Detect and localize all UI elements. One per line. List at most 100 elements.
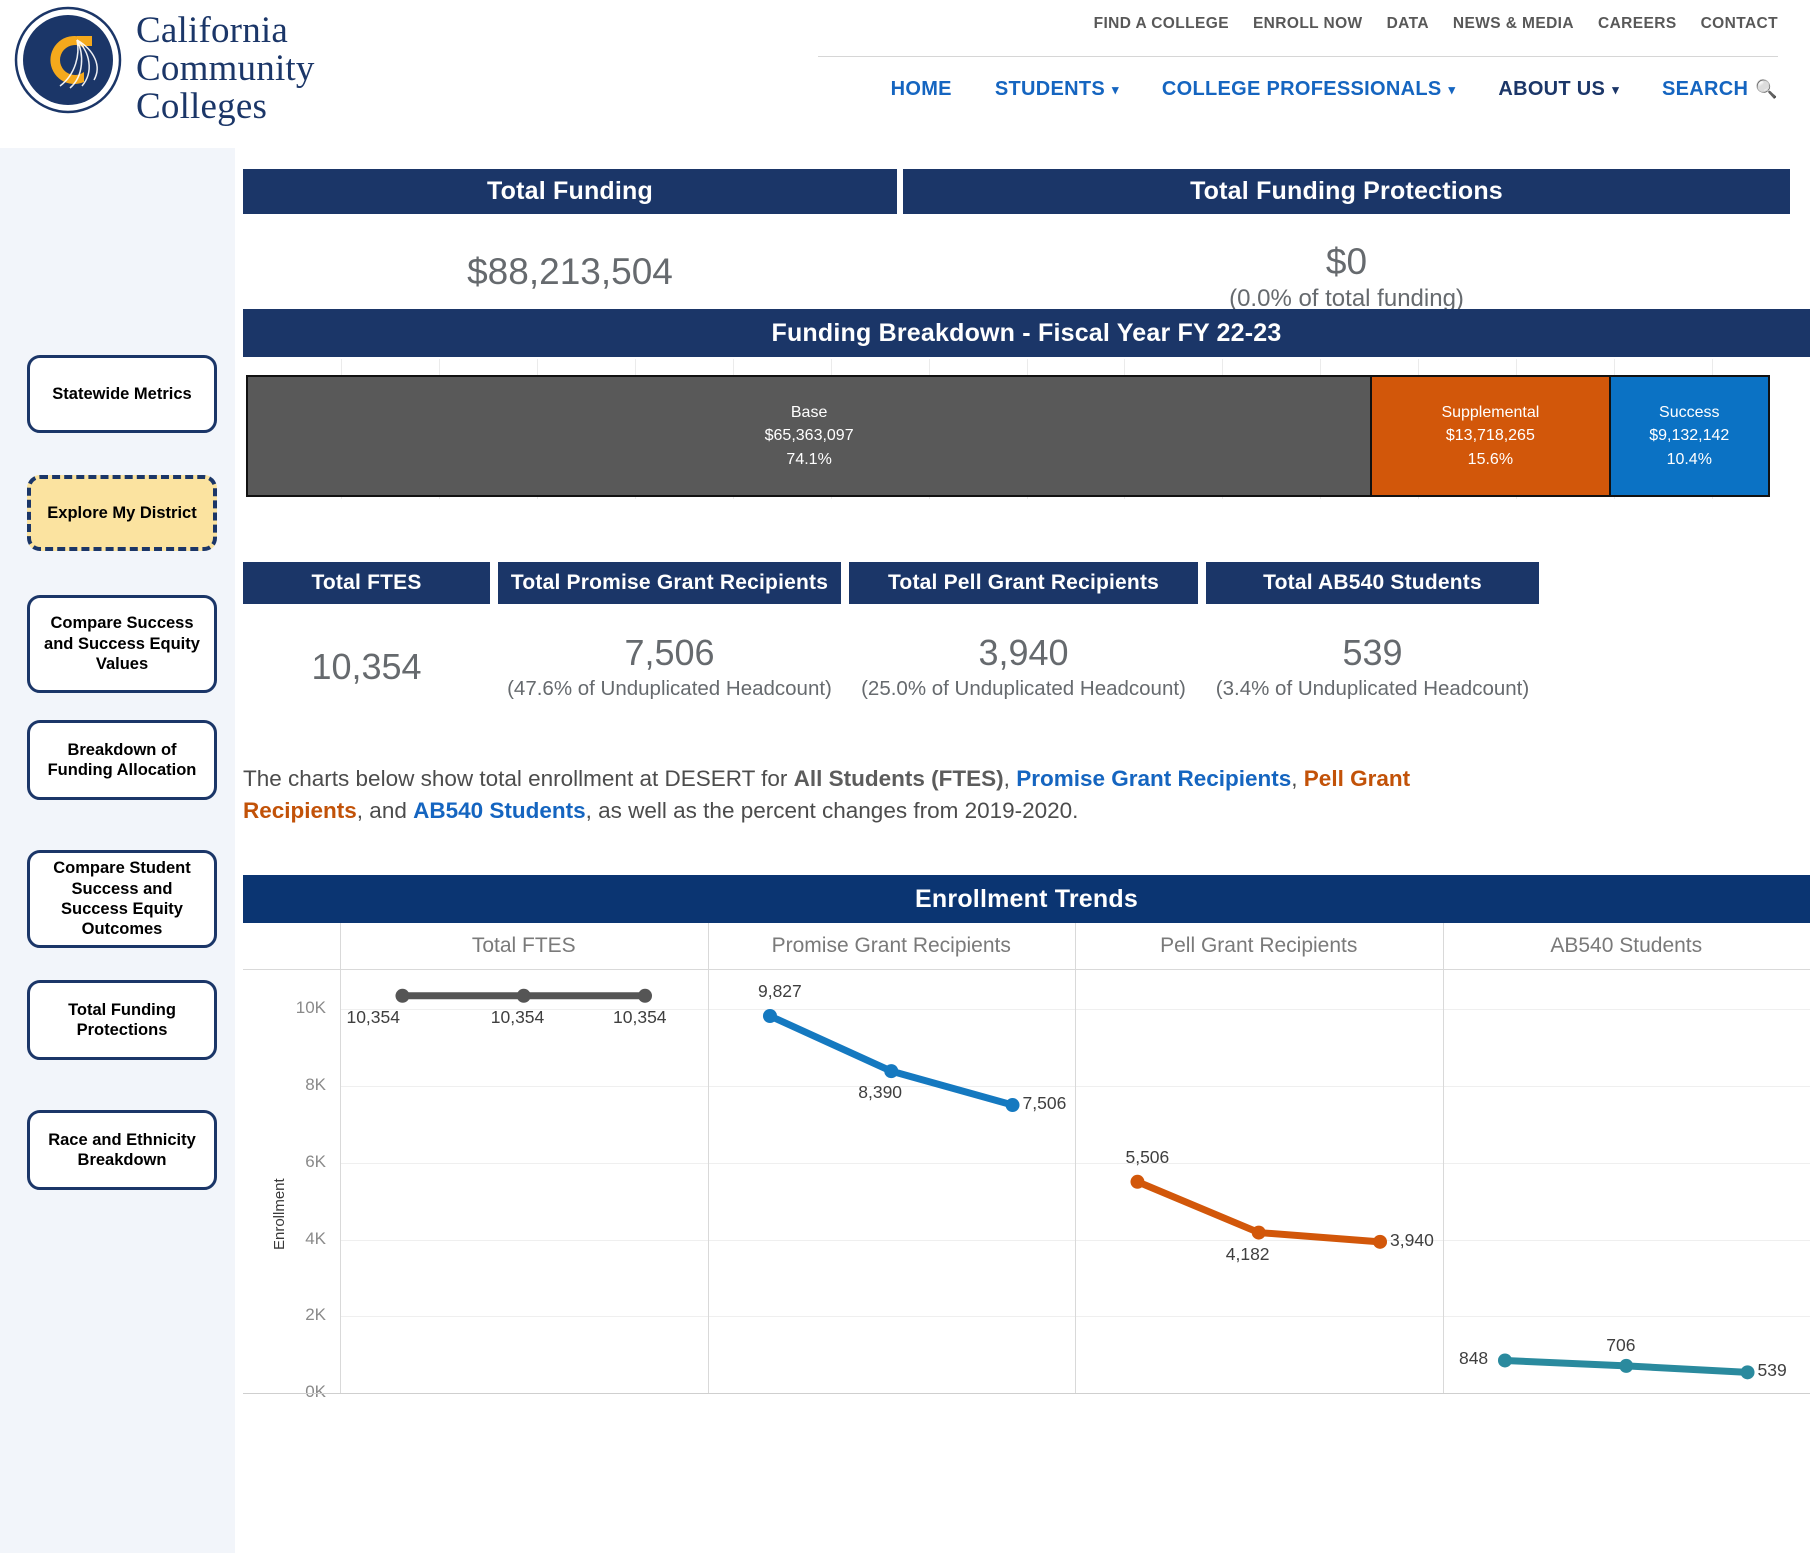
funding-breakdown-title: Funding Breakdown - Fiscal Year FY 22-23 [243,309,1810,357]
main-nav-item-home[interactable]: HOME [891,78,952,101]
main-nav-label: SEARCH [1662,78,1749,100]
chevron-down-icon: ▾ [1612,82,1620,97]
kpi-title: Total FTES [243,562,490,604]
sidebar-item-label: Race and Ethnicity Breakdown [48,1130,196,1169]
site-logo[interactable]: California Community Colleges [14,6,315,126]
page-root: California Community Colleges FIND A COL… [0,0,1810,1553]
main-nav-item-about-us[interactable]: ABOUT US ▾ [1498,78,1619,101]
metric-kpi-row: Total FTES 10,354 Total Promise Grant Reci… [243,562,1810,712]
funding-segment-amount: $65,363,097 [764,427,854,445]
kpi-total-funding-title: Total Funding [243,169,897,214]
sidebar-item-label: Compare Success and Success Equity Value… [44,614,200,674]
kpi-value: 3,940 [978,632,1069,673]
data-label: 10,354 [490,1006,545,1027]
panel-header-ab540-students: AB540 Students [1550,934,1703,957]
panel-header-promise-grant-recipients: Promise Grant Recipients [771,934,1011,957]
utility-nav-item-0[interactable]: FIND A COLLEGE [1094,15,1229,33]
sidebar-item-explore-my-district[interactable]: Explore My District [27,475,217,551]
kpi-total-ab540-students: Total AB540 Students 539 (3.4% of Unduplic… [1206,562,1539,701]
funding-breakdown-panel: Funding Breakdown - Fiscal Year FY 22-23… [243,309,1810,499]
sidebar-item-total-funding-protections[interactable]: Total Funding Protections [27,980,217,1060]
kpi-value: 539 [1342,632,1403,673]
funding-segment-percent: 10.4% [1666,450,1712,468]
chevron-down-icon: ▾ [1112,82,1119,97]
utility-nav-item-4[interactable]: CAREERS [1598,15,1677,33]
sidebar-item-label: Total Funding Protections [68,1000,176,1039]
data-label: 706 [1606,1334,1636,1355]
sidebar-item-label: Statewide Metrics [52,384,192,403]
funding-segment-percent: 15.6% [1467,450,1514,468]
site-header: California Community Colleges FIND A COL… [0,0,1810,148]
desc-part-4: , and [356,797,414,823]
sidebar: Statewide Metrics Explore My District Comp… [0,148,235,1553]
kpi-total-promise-grant-recipients: Total Promise Grant Recipients 7,506 (47.6… [498,562,841,701]
search-icon[interactable]: 🔍 [1755,79,1778,100]
kpi-value: 7,506 [624,632,715,673]
chevron-down-icon: ▾ [1448,82,1456,97]
series-pell-grant-recipients [1130,1174,1388,1249]
logo-line-2: Community [136,48,315,90]
funding-segment-name: Success [1659,403,1720,421]
y-axis-tick-label: 10K [295,998,326,1018]
utility-nav-item-5[interactable]: CONTACT [1701,15,1778,33]
x-axis-line [243,1393,1810,1394]
funding-segment-name: Supplemental [1441,403,1540,421]
data-label: 5,506 [1125,1146,1170,1167]
utility-nav-item-3[interactable]: NEWS & MEDIA [1453,15,1574,33]
utility-nav: FIND A COLLEGE ENROLL NOW DATA NEWS & MEDIA… [1094,15,1778,33]
main-nav-item-search[interactable]: SEARCH 🔍 [1662,78,1778,101]
funding-segment-amount: $13,718,265 [1445,427,1535,445]
funding-segment-base[interactable]: Base $65,363,097 74.1% [248,377,1371,495]
content-area: Statewide Metrics Explore My District Comp… [0,148,1810,1553]
panel-divider [340,923,341,1393]
main-nav-label: STUDENTS [994,78,1106,100]
kpi-subtext: (3.4% of Unduplicated Headcount) [1215,677,1530,700]
sidebar-item-compare-success-and-success-equity-values[interactable]: Compare Success and Success Equity Value… [27,595,217,693]
desc-part-1: The charts below show total enrollment a… [243,766,794,791]
sidebar-item-statewide-metrics[interactable]: Statewide Metrics [27,355,217,433]
sidebar-item-label: Compare Student Success and Success Equi… [53,859,191,939]
panel-divider [1075,923,1076,1393]
data-label: 848 [1458,1348,1489,1369]
y-axis-tick-label: 0K [305,1382,326,1401]
kpi-title: Total Pell Grant Recipients [849,562,1198,604]
main-nav-item-college-professionals[interactable]: COLLEGE PROFESSIONALS ▾ [1162,78,1456,101]
kpi-total-funding-value: $88,213,504 [467,251,673,292]
ccc-seal-icon [14,6,122,114]
logo-line-3: Colleges [136,86,268,128]
sidebar-item-compare-student-success-and-success-equity-outcomes[interactable]: Compare Student Success and Success Equi… [27,850,217,948]
funding-segment-success[interactable]: Success $9,132,142 10.4% [1608,377,1768,495]
panel-divider [1442,923,1444,1393]
sidebar-item-race-and-ethnicity-breakdown[interactable]: Race and Ethnicity Breakdown [27,1110,217,1190]
desc-promise: Promise Grant Recipients [1016,766,1292,791]
funding-breakdown-bar: Base $65,363,097 74.1% Supplemental $13,718,… [246,375,1770,497]
series-total-ftes [395,988,653,1003]
data-label: 3,940 [1390,1229,1434,1250]
main-nav-label: ABOUT US [1498,78,1606,100]
kpi-total-funding-protections-value: $0 [1325,241,1368,282]
utility-nav-item-1[interactable]: ENROLL NOW [1253,15,1363,33]
site-logo-text: California Community Colleges [136,10,315,128]
kpi-total-pell-grant-recipients: Total Pell Grant Recipients 3,940 (25.0% o… [849,562,1198,701]
kpi-value: 10,354 [311,646,422,687]
enrollment-trends-title: Enrollment Trends [243,875,1810,923]
data-label: 9,827 [757,981,802,1001]
panel-header-total-ftes: Total FTES [471,934,576,957]
sidebar-item-breakdown-of-funding-allocation[interactable]: Breakdown of Funding Allocation [27,720,217,800]
data-label: 7,506 [1022,1093,1067,1114]
main-nav-label: HOME [890,78,952,100]
main-nav-item-students[interactable]: STUDENTS ▾ [995,78,1119,101]
funding-segment-supplemental[interactable]: Supplemental $13,718,265 15.6% [1370,377,1609,495]
data-label: 10,354 [613,1006,667,1027]
utility-nav-item-2[interactable]: DATA [1387,15,1429,33]
desc-ab540: AB540 Students [413,797,586,823]
desc-part-5: , as well as the percent changes from 20… [585,797,1079,823]
y-axis-tick-label: 8K [305,1075,326,1095]
kpi-total-funding-protections: Total Funding Protections $0 (0.0% of to… [903,169,1790,313]
data-label: 539 [1757,1360,1787,1381]
y-axis-tick-label: 6K [305,1151,326,1171]
logo-line-1: California [136,10,289,51]
desc-all-students: All Students (FTES) [793,766,1004,791]
header-separator [243,969,1810,970]
funding-segment-name: Base [790,403,828,421]
